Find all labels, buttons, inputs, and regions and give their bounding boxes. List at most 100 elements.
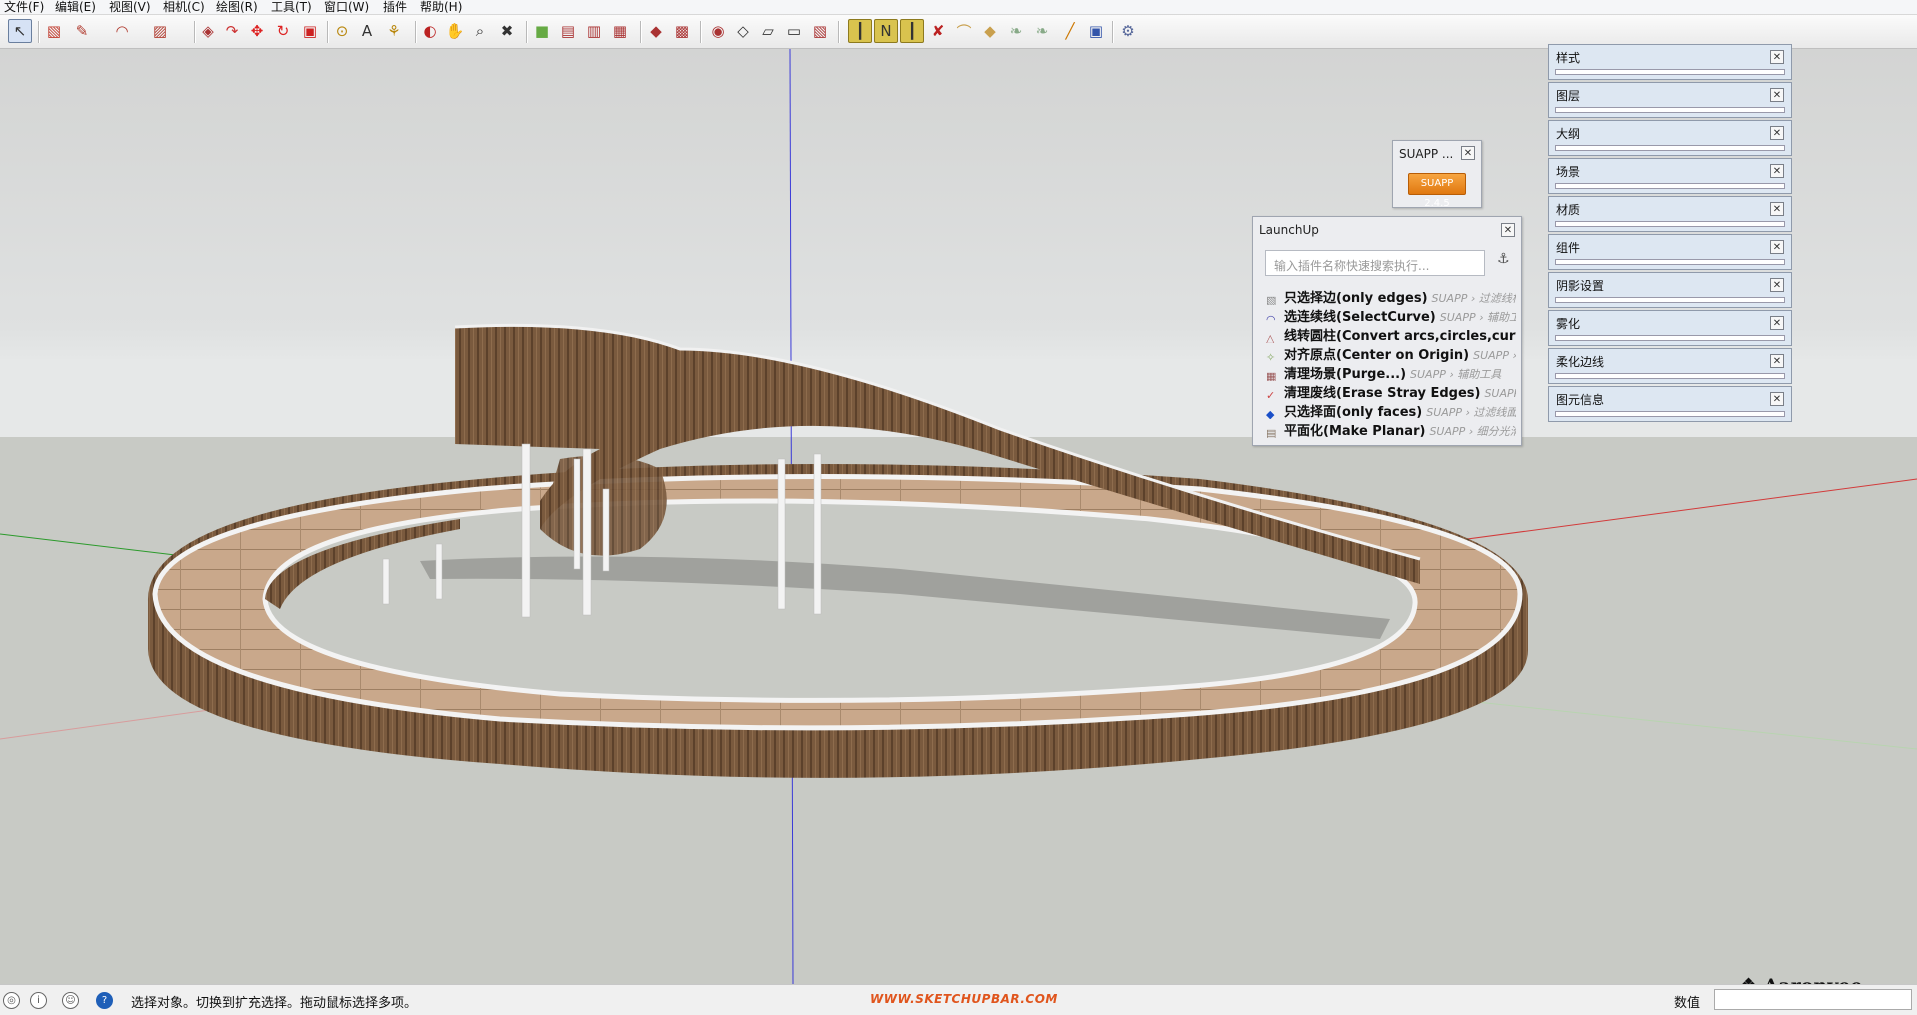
launchup-search-input[interactable]: 输入插件名称快速搜索执行... — [1265, 250, 1485, 276]
pin-icon[interactable]: ⚓ — [1497, 251, 1510, 267]
sandbox-add-detail-icon[interactable]: ◆ — [978, 19, 1002, 43]
launchup-item[interactable]: ✧ 对齐原点(Center on Origin) SUAPP › — [1266, 344, 1516, 362]
launchup-item[interactable]: ▦ 清理场景(Purge...) SUAPP › 辅助工具 — [1266, 363, 1516, 381]
tray-outliner[interactable]: 大纲 ✕ — [1548, 120, 1792, 156]
site-url: WWW.SKETCHUPBAR.COM — [870, 992, 1058, 1006]
measurements-input[interactable] — [1714, 989, 1912, 1010]
hidden-line-icon[interactable]: ▱ — [756, 19, 780, 43]
menu-plugins[interactable]: 插件 — [383, 0, 407, 14]
faces-icon: ◆ — [1266, 408, 1275, 419]
tray-entity-info[interactable]: 图元信息 ✕ — [1548, 386, 1792, 422]
suapp-plugin-icon[interactable]: ╱ — [1058, 19, 1082, 43]
tray-components[interactable]: 组件 ✕ — [1548, 234, 1792, 270]
launchup-item[interactable]: ✓清理废线(Erase Stray Edges)SUAPP › — [1266, 382, 1516, 400]
tray-shadows[interactable]: 阴影设置 ✕ — [1548, 272, 1792, 308]
suapp-title: SUAPP ... — [1399, 147, 1454, 161]
sandbox-drape-icon[interactable]: ⌒ — [952, 19, 976, 43]
zoom-icon[interactable]: ⌕ — [468, 19, 492, 43]
curve-icon: ◠ — [1266, 313, 1276, 324]
menu-view[interactable]: 视图(V) — [109, 0, 151, 14]
sandbox-from-contours-icon[interactable]: ┃ — [848, 19, 872, 43]
close-icon[interactable]: ✕ — [1770, 164, 1784, 178]
rectangle-icon[interactable]: ▨ — [148, 19, 172, 43]
plugin-manager-icon[interactable]: ⚙ — [1116, 19, 1140, 43]
iso-view-icon[interactable]: ■ — [530, 19, 554, 43]
rotate-icon[interactable]: ↻ — [271, 19, 295, 43]
tape-icon[interactable]: ⊙ — [330, 19, 354, 43]
tray-styles[interactable]: 样式 ✕ — [1548, 44, 1792, 80]
geo-location-icon[interactable]: ◎ — [3, 992, 20, 1009]
move-icon[interactable]: ✥ — [245, 19, 269, 43]
suapp-tool-icon[interactable]: ❧ — [1030, 19, 1054, 43]
sandbox-smoove-icon[interactable]: ┃ — [900, 19, 924, 43]
close-icon[interactable]: ✕ — [1770, 126, 1784, 140]
launchup-item[interactable]: ▤ 平面化(Make Planar) SUAPP › 细分光滑 — [1266, 420, 1516, 438]
pushpull-icon[interactable]: ◈ — [196, 19, 220, 43]
close-icon[interactable]: ✕ — [1770, 88, 1784, 102]
paint-icon[interactable]: ⚘ — [382, 19, 406, 43]
pan-icon[interactable]: ✋ — [443, 19, 467, 43]
left-view-icon[interactable]: ▩ — [670, 19, 694, 43]
suapp-close-icon[interactable]: ✕ — [1461, 146, 1475, 160]
zoom-extents-icon[interactable]: ✖ — [495, 19, 519, 43]
back-view-icon[interactable]: ◆ — [644, 19, 668, 43]
menu-tools[interactable]: 工具(T) — [271, 0, 312, 14]
xray-icon[interactable]: ◉ — [706, 19, 730, 43]
close-icon[interactable]: ✕ — [1770, 316, 1784, 330]
menu-file[interactable]: 文件(F) — [4, 0, 44, 14]
close-icon[interactable]: ✕ — [1770, 278, 1784, 292]
close-icon[interactable]: ✕ — [1770, 392, 1784, 406]
cylinder-icon: △ — [1266, 332, 1275, 343]
sandbox-stamp-icon[interactable]: ✘ — [926, 19, 950, 43]
menu-edit[interactable]: 编辑(E) — [55, 0, 96, 14]
text-icon[interactable]: A — [355, 19, 379, 43]
launchup-item[interactable]: ▧ 只选择边(only edges) SUAPP › 过滤线框 — [1266, 287, 1516, 305]
suapp-launch-button[interactable]: SUAPP 2.4.5 — [1408, 173, 1466, 209]
close-icon[interactable]: ✕ — [1770, 50, 1784, 64]
edges-icon: ▧ — [1266, 294, 1277, 305]
suapp-dialog: SUAPP ... ✕ SUAPP 2.4.5 — [1392, 140, 1482, 209]
measurements-label: 数值 — [1674, 996, 1701, 1011]
arc-icon[interactable]: ◠ — [110, 19, 134, 43]
sandbox-from-scratch-icon[interactable]: N — [874, 19, 898, 43]
tray-scenes[interactable]: 场景 ✕ — [1548, 158, 1792, 194]
select-icon[interactable]: ↖ — [8, 19, 32, 43]
menu-window[interactable]: 窗口(W) — [324, 0, 369, 14]
planar-icon: ▤ — [1266, 427, 1277, 438]
tray-materials[interactable]: 材质 ✕ — [1548, 196, 1792, 232]
launchup-item[interactable]: △ 线转圆柱(Convert arcs,circles,curve — [1266, 325, 1516, 343]
menu-draw[interactable]: 绘图(R) — [216, 0, 258, 14]
launchup-close-icon[interactable]: ✕ — [1501, 223, 1515, 237]
eraser-icon[interactable]: ▧ — [42, 19, 66, 43]
tray-layers[interactable]: 图层 ✕ — [1548, 82, 1792, 118]
pencil-icon[interactable]: ✎ — [70, 19, 94, 43]
scale-icon[interactable]: ▣ — [298, 19, 322, 43]
wireframe-icon[interactable]: ◇ — [731, 19, 755, 43]
erase-edges-icon: ✓ — [1266, 389, 1276, 400]
front-view-icon[interactable]: ▥ — [582, 19, 606, 43]
close-icon[interactable]: ✕ — [1770, 240, 1784, 254]
textured-icon[interactable]: ▧ — [808, 19, 832, 43]
launchup-dialog: LaunchUp ✕ 输入插件名称快速搜索执行... ⚓ ▧ 只选择边(only … — [1252, 216, 1522, 446]
menu-bar: 文件(F) 编辑(E) 视图(V) 相机(C) 绘图(R) 工具(T) 窗口(W… — [0, 0, 1917, 15]
close-icon[interactable]: ✕ — [1770, 354, 1784, 368]
tray-soften-edges[interactable]: 柔化边线 ✕ — [1548, 348, 1792, 384]
right-view-icon[interactable]: ▦ — [608, 19, 632, 43]
launchup-item[interactable]: ◠ 选连续线(SelectCurve) SUAPP › 辅助工 — [1266, 306, 1516, 324]
credits-icon[interactable]: i — [30, 992, 47, 1009]
user-icon[interactable]: ☺ — [62, 992, 79, 1009]
menu-camera[interactable]: 相机(C) — [163, 0, 205, 14]
launchup-title: LaunchUp — [1259, 223, 1319, 237]
close-icon[interactable]: ✕ — [1770, 202, 1784, 216]
shaded-icon[interactable]: ▭ — [782, 19, 806, 43]
tray-fog[interactable]: 雾化 ✕ — [1548, 310, 1792, 346]
menu-help[interactable]: 帮助(H) — [420, 0, 462, 14]
orbit-icon[interactable]: ◐ — [418, 19, 442, 43]
top-view-icon[interactable]: ▤ — [556, 19, 580, 43]
sandbox-flip-edge-icon[interactable]: ❧ — [1004, 19, 1028, 43]
launchup-item[interactable]: ◆ 只选择面(only faces) SUAPP › 过滤线面 — [1266, 401, 1516, 419]
status-message: 选择对象。切换到扩充选择。拖动鼠标选择多项。 — [131, 996, 418, 1011]
followme-icon[interactable]: ↷ — [220, 19, 244, 43]
extension-icon[interactable]: ▣ — [1084, 19, 1108, 43]
help-icon[interactable]: ? — [96, 992, 113, 1009]
